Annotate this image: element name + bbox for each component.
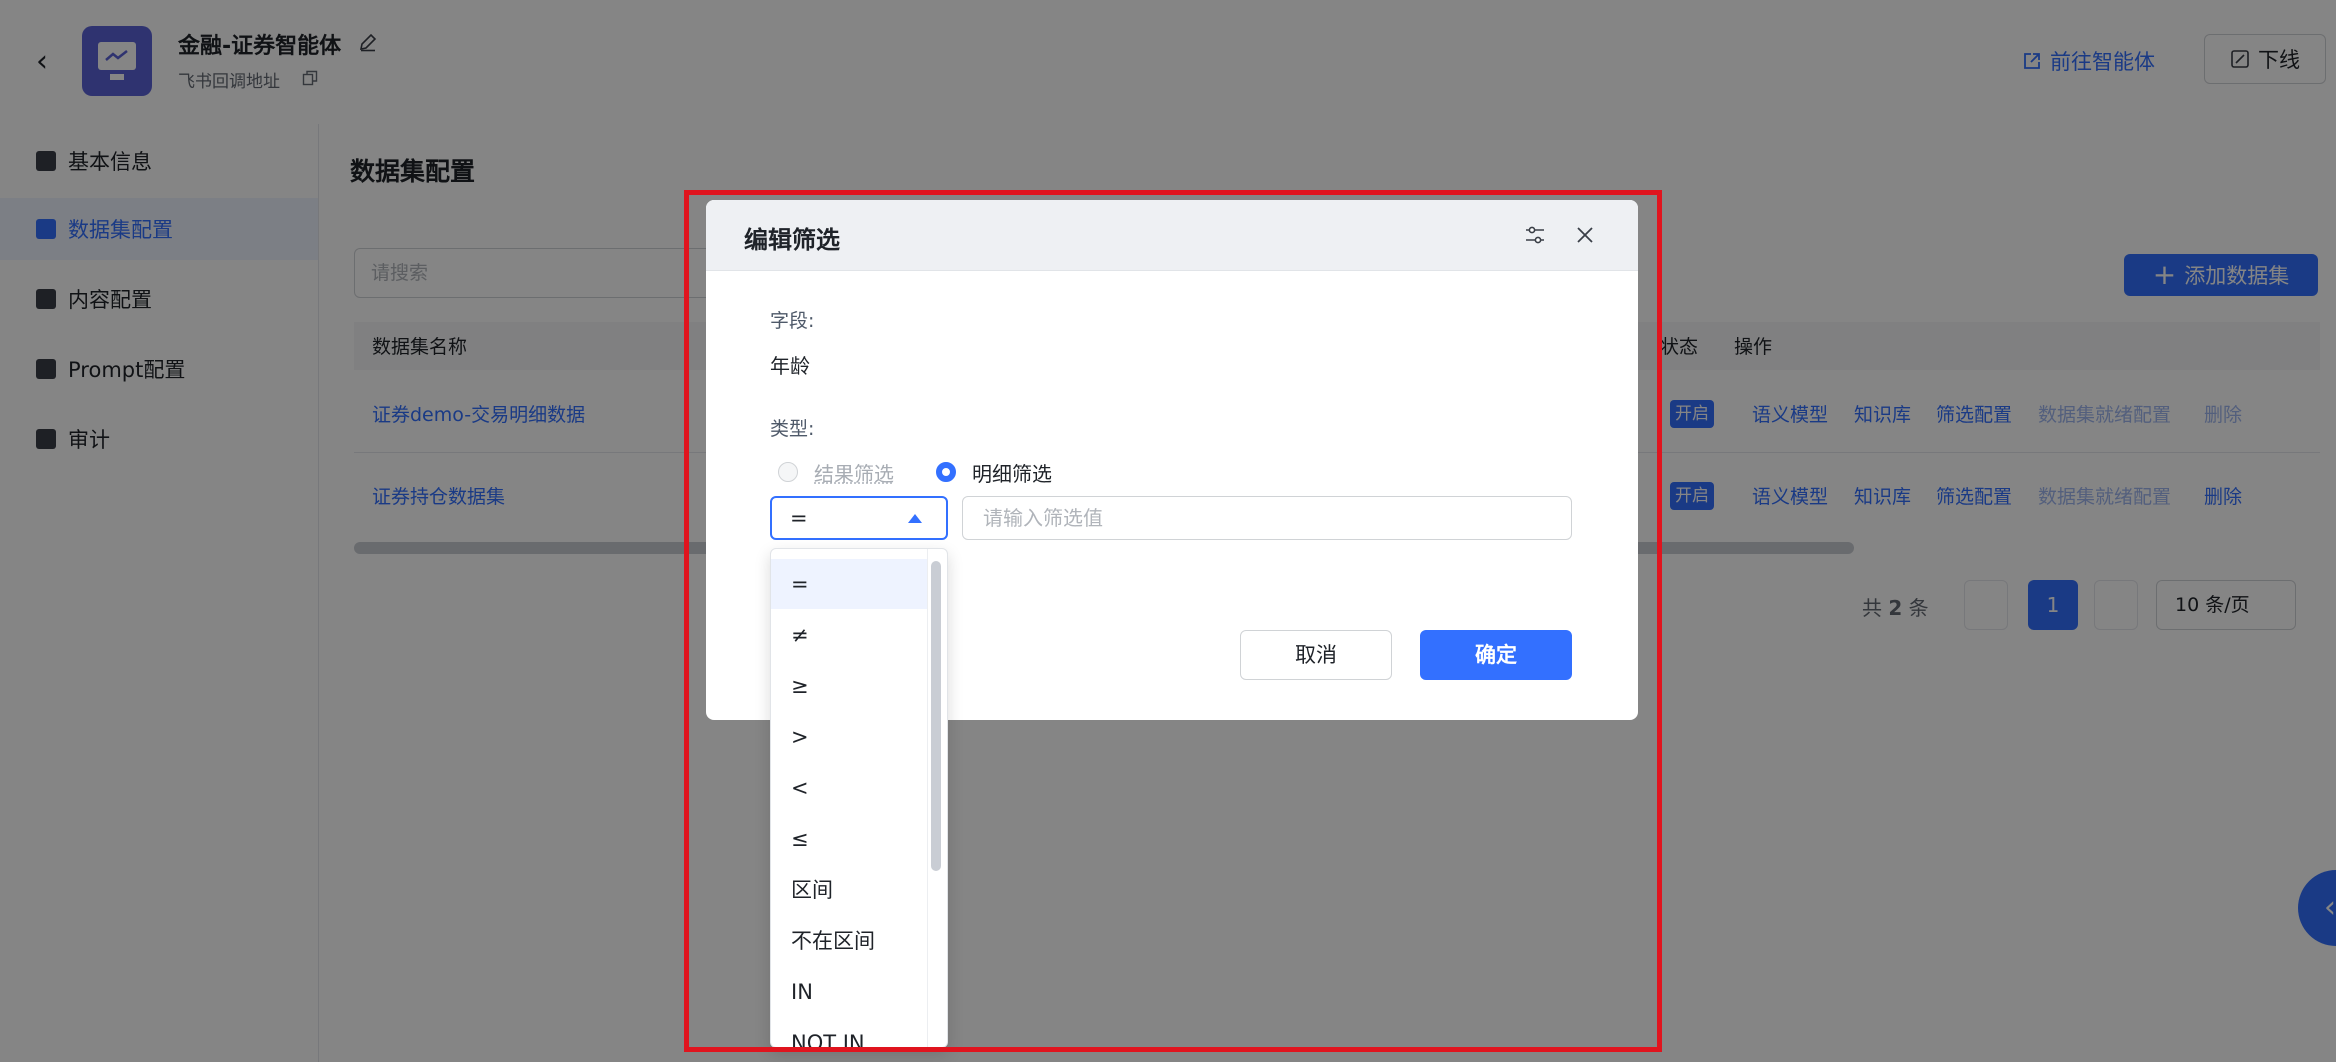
highlight-box [684, 190, 1662, 1052]
